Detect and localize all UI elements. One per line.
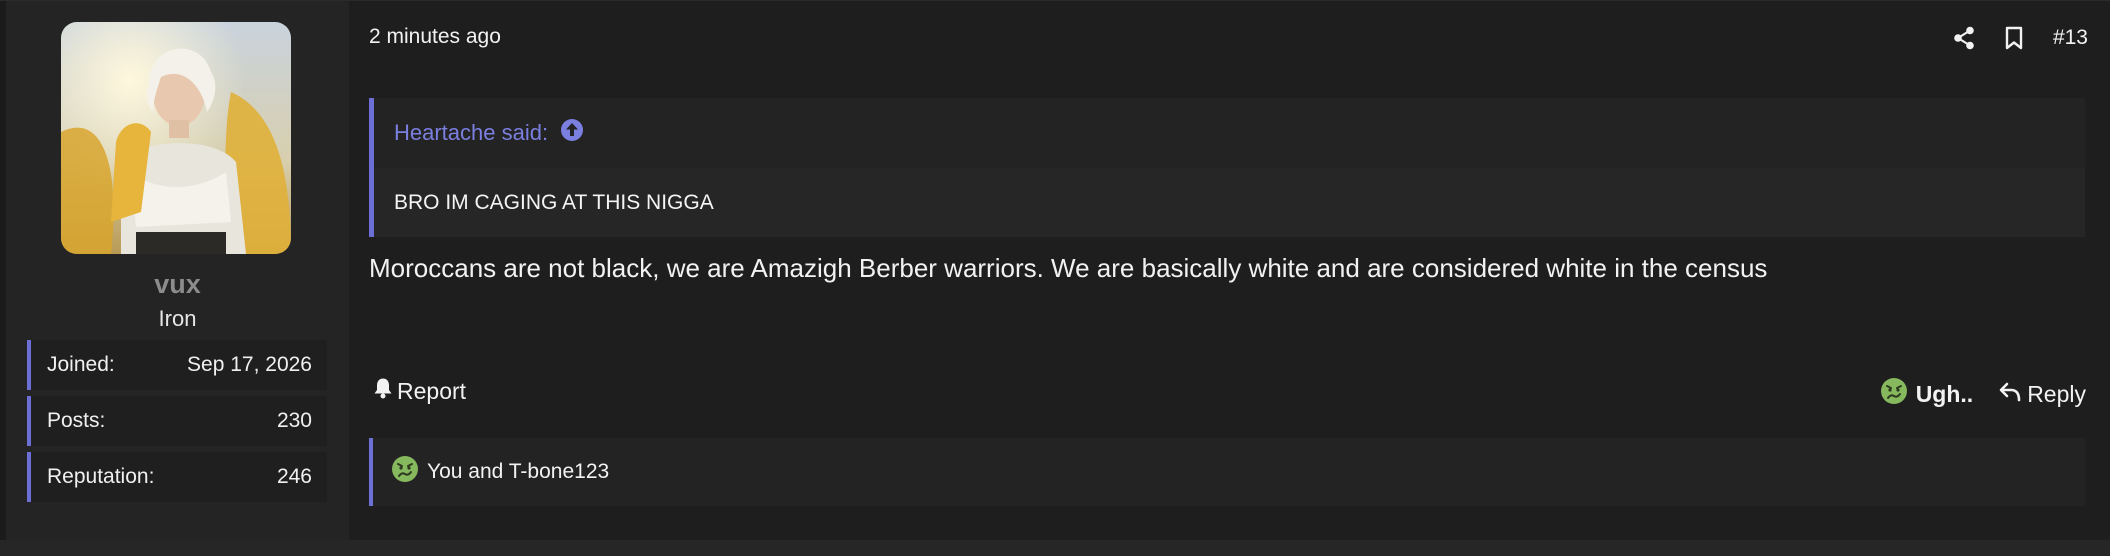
- stat-label: Joined:: [47, 353, 115, 376]
- bell-icon: [373, 377, 393, 405]
- reaction-actions: Ugh.. Reply: [1880, 377, 2086, 411]
- stat-posts: Posts: 230: [27, 396, 327, 446]
- stat-value: 246: [276, 465, 312, 488]
- arrow-up-circle-icon[interactable]: [560, 118, 584, 148]
- reactions-summary[interactable]: You and T-bone123: [369, 438, 2085, 506]
- forum-post: vux Iron Joined: Sep 17, 2026 Posts: 230…: [0, 0, 2110, 541]
- author-sidebar: vux Iron Joined: Sep 17, 2026 Posts: 230…: [0, 1, 349, 541]
- quote-text: BRO IM CAGING AT THIS NIGGA: [374, 168, 2085, 237]
- sick-face-icon: [1880, 377, 1908, 411]
- post-timestamp[interactable]: 2 minutes ago: [369, 25, 501, 49]
- reply-arrow-icon: [1999, 381, 2021, 408]
- stat-label: Reputation:: [47, 465, 155, 488]
- sick-face-icon: [391, 455, 419, 489]
- reply-button[interactable]: Reply: [1999, 381, 2086, 408]
- username[interactable]: vux: [6, 269, 349, 300]
- stat-label: Posts:: [47, 409, 106, 432]
- post-main: 2 minutes ago #13 Heartache said: BRO IM…: [349, 1, 2110, 541]
- quote-block: Heartache said: BRO IM CAGING AT THIS NI…: [369, 98, 2085, 237]
- reactions-text: You and T-bone123: [427, 460, 610, 483]
- post-number-link[interactable]: #13: [2053, 26, 2088, 50]
- reply-label: Reply: [2027, 380, 2086, 407]
- stat-value: Sep 17, 2026: [187, 353, 312, 376]
- avatar[interactable]: [61, 22, 291, 254]
- user-title: Iron: [158, 306, 197, 331]
- stat-reputation: Reputation: 246: [27, 452, 327, 502]
- report-label: Report: [397, 377, 467, 404]
- post-top-actions: #13: [1953, 21, 2088, 55]
- bookmark-icon[interactable]: [2005, 26, 2023, 50]
- quote-author-link[interactable]: Heartache said:: [394, 120, 548, 146]
- react-label: Ugh..: [1915, 380, 1974, 407]
- react-button[interactable]: Ugh..: [1880, 377, 1974, 411]
- stat-value: 230: [276, 409, 312, 432]
- quote-header: Heartache said:: [374, 98, 2085, 168]
- report-button[interactable]: Report: [373, 377, 466, 405]
- share-icon[interactable]: [1953, 26, 1975, 50]
- post-divider: [0, 540, 2110, 556]
- stat-joined: Joined: Sep 17, 2026: [27, 340, 327, 390]
- post-message: Moroccans are not black, we are Amazigh …: [369, 253, 1768, 283]
